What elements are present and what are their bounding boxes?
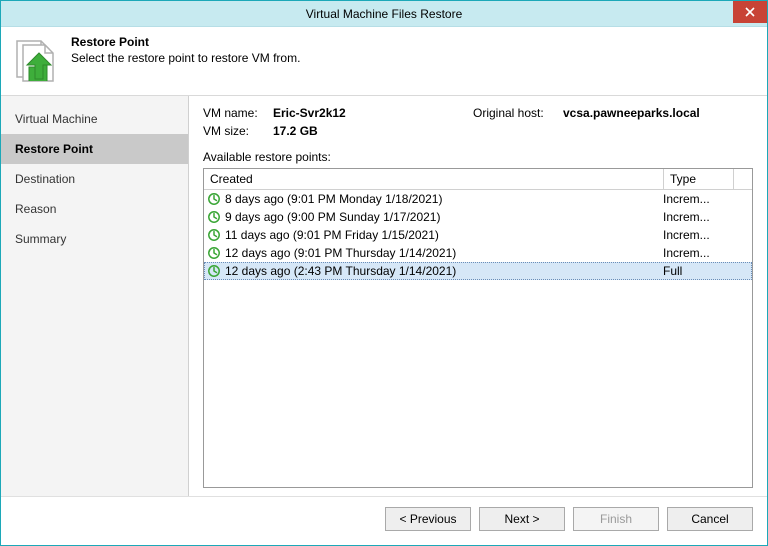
cell-type: Full [663,264,749,278]
vm-info: VM name: Eric-Svr2k12 Original host: vcs… [203,106,753,138]
table-row[interactable]: 9 days ago (9:00 PM Sunday 1/17/2021)Inc… [204,208,752,226]
titlebar: Virtual Machine Files Restore [1,1,767,27]
vm-name-label: VM name: [203,106,273,120]
table-row[interactable]: 11 days ago (9:01 PM Friday 1/15/2021)In… [204,226,752,244]
wizard-footer: < Previous Next > Finish Cancel [1,496,767,545]
wizard-step-subtitle: Select the restore point to restore VM f… [71,51,300,65]
wizard-header: Restore Point Select the restore point t… [1,27,767,96]
cell-type: Increm... [663,210,749,224]
wizard-header-text: Restore Point Select the restore point t… [71,35,300,65]
table-body: 8 days ago (9:01 PM Monday 1/18/2021)Inc… [204,190,752,487]
column-header-type[interactable]: Type [664,169,734,189]
original-host-value: vcsa.pawneeparks.local [563,106,753,120]
sidebar-item-summary[interactable]: Summary [1,224,188,254]
sidebar-item-reason[interactable]: Reason [1,194,188,224]
restore-point-icon [11,35,59,83]
restore-point-row-icon [207,228,221,242]
close-button[interactable] [733,1,767,23]
column-header-created[interactable]: Created [204,169,664,189]
table-row[interactable]: 12 days ago (9:01 PM Thursday 1/14/2021)… [204,244,752,262]
cell-created: 8 days ago (9:01 PM Monday 1/18/2021) [225,192,663,206]
table-row[interactable]: 8 days ago (9:01 PM Monday 1/18/2021)Inc… [204,190,752,208]
close-icon [745,5,755,20]
wizard-window: Virtual Machine Files Restore Restore Po… [0,0,768,546]
restore-point-row-icon [207,246,221,260]
sidebar-item-label: Restore Point [15,142,93,156]
available-restore-points-label: Available restore points: [203,150,753,164]
vm-name-value: Eric-Svr2k12 [273,106,473,120]
sidebar-item-label: Destination [15,172,75,186]
sidebar-item-virtual-machine[interactable]: Virtual Machine [1,104,188,134]
sidebar-item-label: Reason [15,202,56,216]
vm-size-label: VM size: [203,124,273,138]
column-header-spacer [734,169,752,189]
sidebar-item-label: Virtual Machine [15,112,98,126]
previous-button[interactable]: < Previous [385,507,471,531]
original-host-label: Original host: [473,106,563,120]
finish-button[interactable]: Finish [573,507,659,531]
table-header: Created Type [204,169,752,190]
cancel-button[interactable]: Cancel [667,507,753,531]
sidebar-item-label: Summary [15,232,66,246]
restore-point-row-icon [207,192,221,206]
restore-point-row-icon [207,264,221,278]
restore-point-row-icon [207,210,221,224]
window-title: Virtual Machine Files Restore [306,7,463,21]
cell-created: 12 days ago (2:43 PM Thursday 1/14/2021) [225,264,663,278]
wizard-body: Virtual Machine Restore Point Destinatio… [1,96,767,496]
wizard-sidebar: Virtual Machine Restore Point Destinatio… [1,96,189,496]
vm-size-value: 17.2 GB [273,124,473,138]
sidebar-item-destination[interactable]: Destination [1,164,188,194]
cell-type: Increm... [663,228,749,242]
wizard-content: VM name: Eric-Svr2k12 Original host: vcs… [189,96,767,496]
cell-created: 12 days ago (9:01 PM Thursday 1/14/2021) [225,246,663,260]
wizard-step-title: Restore Point [71,35,300,49]
table-row[interactable]: 12 days ago (2:43 PM Thursday 1/14/2021)… [204,262,752,280]
sidebar-item-restore-point[interactable]: Restore Point [1,134,188,164]
next-button[interactable]: Next > [479,507,565,531]
restore-points-table: Created Type 8 days ago (9:01 PM Monday … [203,168,753,488]
cell-created: 11 days ago (9:01 PM Friday 1/15/2021) [225,228,663,242]
cell-type: Increm... [663,246,749,260]
cell-created: 9 days ago (9:00 PM Sunday 1/17/2021) [225,210,663,224]
cell-type: Increm... [663,192,749,206]
